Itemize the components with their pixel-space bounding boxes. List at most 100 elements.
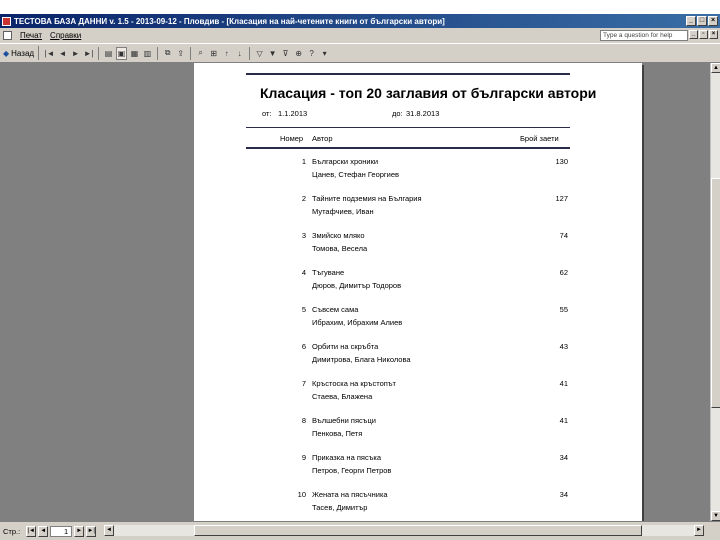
book-author: Пенкова, Петя xyxy=(312,429,363,438)
toolbar-separator xyxy=(249,46,251,60)
nav-first-icon[interactable]: |◄ xyxy=(26,525,37,537)
loan-count: 62 xyxy=(559,268,568,277)
export-icon[interactable]: ⇪ xyxy=(175,47,186,60)
report-title: Класация - топ 20 заглавия от български … xyxy=(260,85,597,101)
rank-number: 1 xyxy=(301,157,306,166)
maximize-button[interactable]: □ xyxy=(697,16,707,26)
rank-number: 4 xyxy=(301,268,306,277)
horizontal-scrollbar[interactable]: ◄ ► xyxy=(104,525,704,536)
help-search-input[interactable]: Type a question for help xyxy=(600,30,688,41)
vertical-scrollbar[interactable]: ▲ ▼ xyxy=(710,63,720,521)
from-label: от: xyxy=(262,109,272,118)
zoom-icon[interactable]: ⊕ xyxy=(293,47,304,60)
report-row: 8 Вълшебни пясъци Пенкова, Петя 41 xyxy=(246,416,570,452)
report-row: 7 Кръстоска на кръстопът Стаева, Блажена 41 xyxy=(246,379,570,415)
scroll-left-icon[interactable]: ◄ xyxy=(104,525,114,536)
loan-count: 130 xyxy=(555,157,568,166)
to-value: 31.8.2013 xyxy=(406,109,440,118)
scroll-up-icon[interactable]: ▲ xyxy=(711,63,720,73)
multi-page-icon[interactable]: ▦ xyxy=(129,47,140,60)
group-icon[interactable]: ⊞ xyxy=(208,47,219,60)
toolbar-separator xyxy=(157,46,159,60)
rank-number: 2 xyxy=(301,194,306,203)
title-bar: ТЕСТОВА БАЗА ДАННИ v. 1.5 - 2013-09-12 -… xyxy=(0,14,720,28)
back-button[interactable]: ◆ Назад xyxy=(3,46,40,60)
single-page-icon[interactable]: ▣ xyxy=(116,46,128,60)
from-value: 1.1.2013 xyxy=(278,109,308,118)
nav-last-icon[interactable]: ►| xyxy=(86,525,97,537)
header-top-rule xyxy=(246,127,570,128)
sort-desc-icon[interactable]: ↓ xyxy=(234,47,245,60)
report-row: 1 Български хроники Цанев, Стефан Георгиев… xyxy=(246,157,570,193)
rank-number: 7 xyxy=(301,379,306,388)
horizontal-scroll-thumb[interactable] xyxy=(194,525,642,536)
book-author: Димитрова, Блага Николова xyxy=(312,355,411,364)
report-row: 9 Приказка на пясъка Петров, Георги Петров… xyxy=(246,453,570,489)
close-button[interactable]: × xyxy=(708,16,718,26)
next-page-icon[interactable]: ► xyxy=(70,47,81,60)
app-icon xyxy=(2,16,11,26)
doc-restore-button[interactable]: ▫ xyxy=(699,30,708,39)
rank-number: 10 xyxy=(297,490,306,499)
prev-page-icon[interactable]: ◄ xyxy=(57,47,68,60)
page-label: Стр.: xyxy=(3,526,21,536)
loan-count: 55 xyxy=(559,305,568,314)
copy-icon[interactable]: ⧉ xyxy=(162,47,173,60)
nav-next-icon[interactable]: ► xyxy=(74,525,85,537)
top-rule xyxy=(246,73,570,75)
loan-count: 127 xyxy=(555,194,568,203)
filter-icon[interactable]: ▽ xyxy=(254,47,265,60)
sort-asc-icon[interactable]: ↑ xyxy=(221,47,232,60)
book-title: Приказка на пясъка xyxy=(312,453,381,462)
page-navigation-bar: Стр.: |◄ ◄ 1 ► ►| ◄ ► xyxy=(0,521,720,540)
nav-prev-icon[interactable]: ◄ xyxy=(38,525,49,537)
loan-count: 43 xyxy=(559,342,568,351)
loan-count: 34 xyxy=(559,490,568,499)
document-icon xyxy=(3,31,12,40)
report-row: 2 Тайните подземия на България Мутафчиев, … xyxy=(246,194,570,230)
page-setup-icon[interactable]: ▥ xyxy=(142,47,153,60)
loan-count: 34 xyxy=(559,453,568,462)
loan-count: 41 xyxy=(559,416,568,425)
doc-close-button[interactable]: × xyxy=(709,30,718,39)
minimize-button[interactable]: _ xyxy=(686,16,696,26)
rank-number: 8 xyxy=(301,416,306,425)
loan-count: 41 xyxy=(559,379,568,388)
rank-number: 6 xyxy=(301,342,306,351)
book-author: Петров, Георги Петров xyxy=(312,466,392,475)
remove-filter-icon[interactable]: ⊽ xyxy=(280,47,291,60)
options-dropdown-icon[interactable]: ▾ xyxy=(319,47,330,60)
book-title: Вълшебни пясъци xyxy=(312,416,376,425)
menu-reports[interactable]: Справки xyxy=(46,31,85,40)
last-page-icon[interactable]: ►| xyxy=(83,47,94,60)
doc-minimize-button[interactable]: _ xyxy=(689,30,698,39)
col-number: Номер xyxy=(280,134,304,143)
back-arrow-icon: ◆ xyxy=(3,48,10,58)
book-author: Цанев, Стефан Георгиев xyxy=(312,170,400,179)
vertical-scroll-thumb[interactable] xyxy=(711,178,720,408)
book-title: Съвсем сама xyxy=(312,305,359,314)
page-number-input[interactable]: 1 xyxy=(50,525,73,537)
find-icon[interactable]: ⌕ xyxy=(195,47,206,60)
filter-selection-icon[interactable]: ▼ xyxy=(267,47,278,60)
col-count: Брой заети xyxy=(520,134,559,143)
scroll-right-icon[interactable]: ► xyxy=(694,525,704,536)
scroll-down-icon[interactable]: ▼ xyxy=(711,511,720,521)
print-icon[interactable]: ▤ xyxy=(103,47,114,60)
menu-print[interactable]: Печат xyxy=(16,31,46,40)
help-icon[interactable]: ? xyxy=(306,47,317,60)
book-author: Стаева, Блажена xyxy=(312,392,373,401)
book-author: Дюров, Димитър Тодоров xyxy=(312,281,402,290)
header-bottom-rule xyxy=(246,147,570,149)
to-label: до: xyxy=(392,109,403,118)
book-title: Тайните подземия на България xyxy=(312,194,422,203)
book-title: Кръстоска на кръстопът xyxy=(312,379,396,388)
rank-number: 5 xyxy=(301,305,306,314)
toolbar: ◆ Назад |◄ ◄ ► ►| ▤ ▣ ▦ ▥ ⧉ ⇪ ⌕ ⊞ ↑ ↓ ▽ … xyxy=(0,43,720,63)
toolbar-separator xyxy=(98,46,100,60)
book-title: Орбити на скръбта xyxy=(312,342,379,351)
report-row: 3 Змийско мляко Томова, Весела 74 xyxy=(246,231,570,267)
book-author: Ибрахим, Ибрахим Алиев xyxy=(312,318,403,327)
first-page-icon[interactable]: |◄ xyxy=(44,47,55,60)
book-title: Български хроники xyxy=(312,157,379,166)
